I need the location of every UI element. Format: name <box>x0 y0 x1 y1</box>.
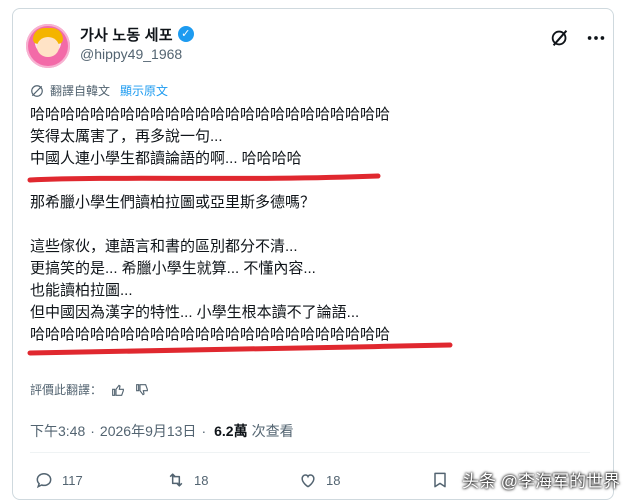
divider <box>30 452 590 453</box>
tweet-line: 也能讀柏拉圖... <box>30 282 133 299</box>
avatar-face <box>37 37 59 57</box>
tweet-line: 哈哈哈哈哈哈哈哈哈哈哈哈哈哈哈哈哈哈哈哈哈哈哈哈 <box>30 326 391 343</box>
repost-button[interactable]: 18 <box>166 470 208 490</box>
thumbs-down-icon[interactable] <box>134 382 150 398</box>
bookmark-button[interactable] <box>430 470 458 490</box>
reply-icon <box>36 472 52 489</box>
verified-badge-icon: ✓ <box>177 26 194 42</box>
globe-icon <box>31 84 43 97</box>
translation-label: 翻譯自韓文 <box>50 84 111 98</box>
rate-translation-row: 評價此翻譯： <box>30 381 150 398</box>
thumbs-up-icon[interactable] <box>110 382 126 398</box>
translation-bar: 翻譯自韓文 顯示原文 <box>30 82 168 99</box>
author-handle[interactable]: @hippy49_1968 <box>80 46 182 62</box>
bookmark-icon <box>434 472 446 488</box>
author-name-row[interactable]: 가사 노동 세포 ✓ <box>80 24 194 44</box>
heart-icon <box>301 474 315 488</box>
repost-count: 18 <box>194 472 209 488</box>
watermark-text: 头条 @李海军的世界 <box>462 472 620 491</box>
grok-icon[interactable] <box>549 27 571 49</box>
views-label: 次查看 <box>251 423 294 439</box>
repost-icon <box>169 473 183 487</box>
display-name[interactable]: 가사 노동 세포 <box>80 24 173 45</box>
reply-count: 117 <box>62 472 83 488</box>
separator: · <box>90 423 95 439</box>
like-button[interactable]: 18 <box>298 470 340 490</box>
tweet-line: 但中國因為漢字的特性... 小學生根本讀不了論語... <box>30 304 360 321</box>
avatar[interactable] <box>26 24 70 68</box>
tweet-line: 中國人連小學生都讀論語的啊... 哈哈哈哈 <box>30 150 302 167</box>
separator: · <box>201 423 207 439</box>
show-original-link[interactable]: 顯示原文 <box>120 82 168 99</box>
tweet-line: 笑得太厲害了，再多說一句... <box>30 128 223 145</box>
tweet-line: 那希臘小學生們讀柏拉圖或亞里斯多德嗎？ <box>30 194 316 211</box>
tweet-meta: 下午3:48 · 2026年9月13日 · 6.2萬 次查看 <box>30 421 294 441</box>
views-count: 6.2萬 <box>214 423 248 439</box>
tweet-text: 哈哈哈哈哈哈哈哈哈哈哈哈哈哈哈哈哈哈哈哈哈哈哈哈 笑得太厲害了，再多說一句...… <box>30 104 590 346</box>
reply-button[interactable]: 117 <box>34 470 83 490</box>
like-count: 18 <box>326 472 341 488</box>
rate-translation-label: 評價此翻譯： <box>30 383 103 397</box>
tweet-line: 哈哈哈哈哈哈哈哈哈哈哈哈哈哈哈哈哈哈哈哈哈哈哈哈 <box>30 106 391 123</box>
tweet-time[interactable]: 下午3:48 <box>30 421 85 441</box>
more-icon[interactable] <box>585 27 607 49</box>
tweet-line: 更搞笑的是... 希臘小學生就算... 不懂內容... <box>30 260 316 277</box>
tweet-date[interactable]: 2026年9月13日 <box>100 421 197 441</box>
tweet-line: 這些傢伙，連語言和書的區別都分不清... <box>30 238 298 255</box>
